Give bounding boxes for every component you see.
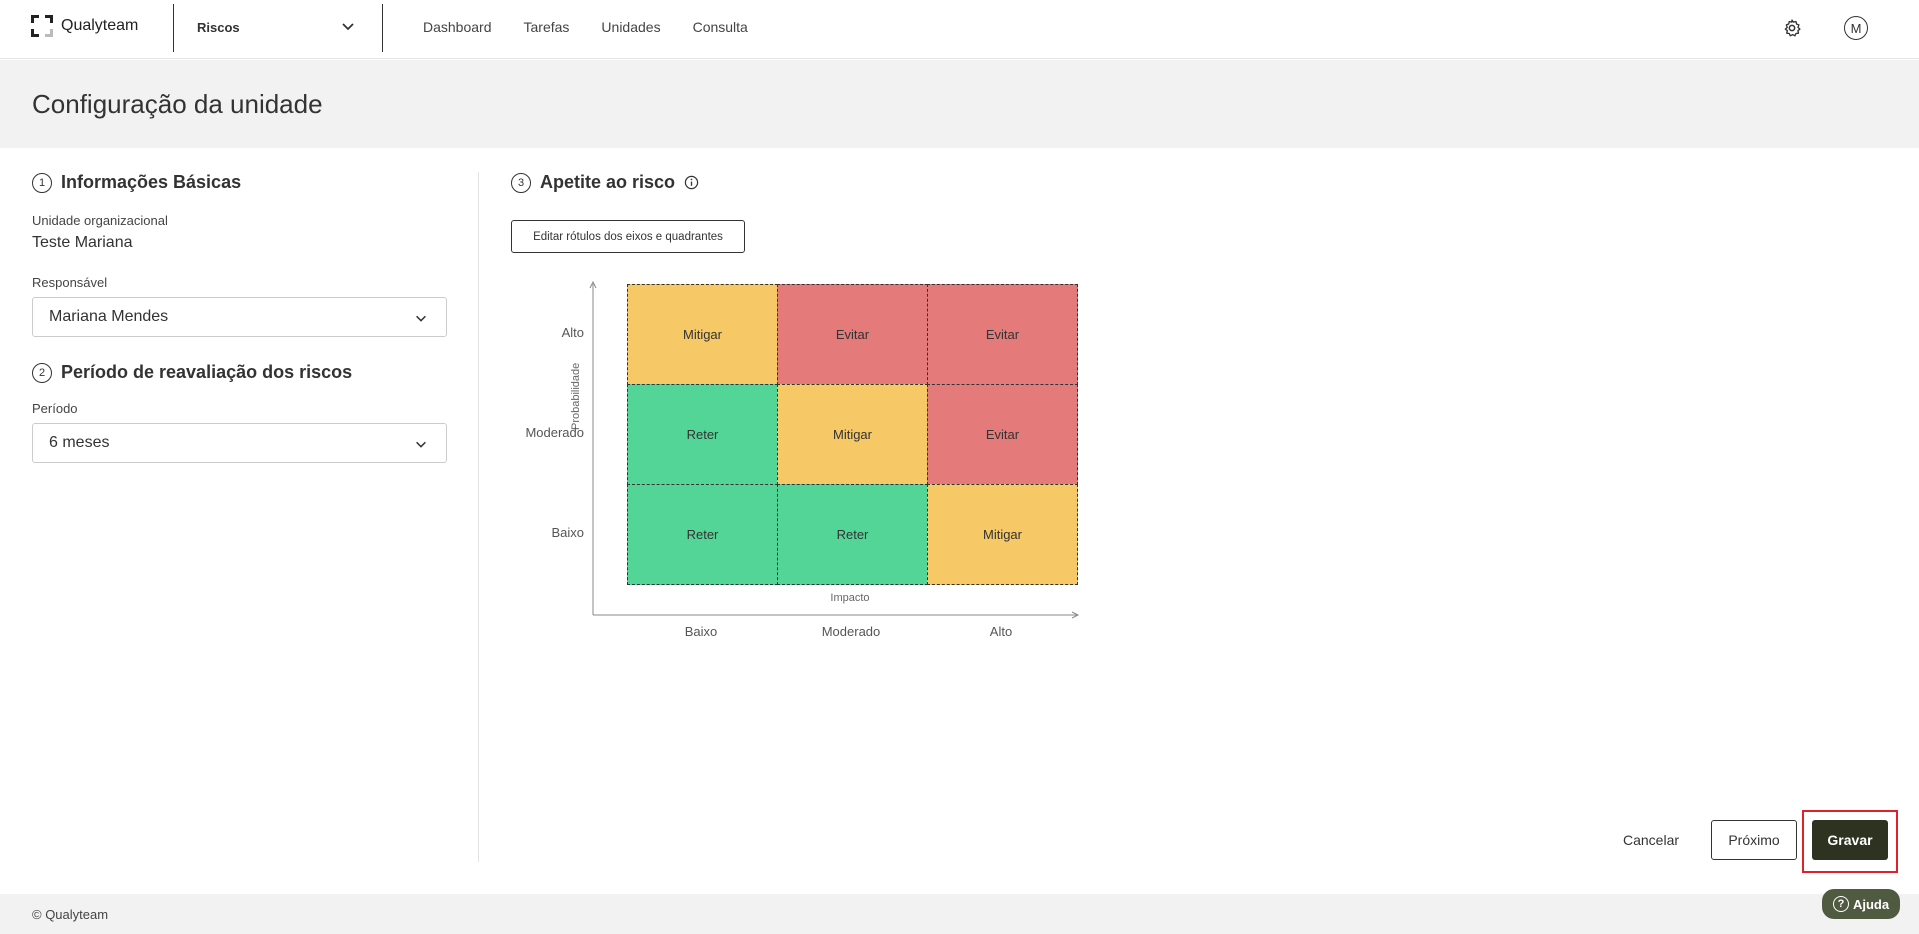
save-button[interactable]: Gravar <box>1812 820 1888 860</box>
step-number: 1 <box>32 172 52 193</box>
x-axis-title: Impacto <box>830 592 870 604</box>
help-icon: ? <box>1832 896 1849 912</box>
period-value: 6 meses <box>49 434 110 451</box>
page-title: Configuração da unidade <box>32 89 323 119</box>
gear-icon[interactable] <box>1782 18 1802 38</box>
matrix-cell[interactable]: Evitar <box>927 284 1078 385</box>
nav-unidades[interactable]: Unidades <box>601 19 660 35</box>
matrix-cell[interactable]: Evitar <box>927 384 1078 485</box>
x-tick-label: Baixo <box>684 624 718 639</box>
main-nav: Dashboard Tarefas Unidades Consulta <box>423 19 748 35</box>
matrix-cell[interactable]: Mitigar <box>627 284 778 385</box>
nav-tarefas[interactable]: Tarefas <box>524 19 570 35</box>
left-column: 1 Informações Básicas Unidade organizaci… <box>32 172 447 463</box>
y-tick-label: Alto <box>561 325 584 340</box>
step-number: 3 <box>511 172 531 193</box>
chevron-down-icon <box>416 315 426 322</box>
org-unit-label: Unidade organizacional <box>32 213 168 228</box>
period-select[interactable]: 6 meses <box>32 423 447 463</box>
section-risk-appetite: 3 Apetite ao risco <box>511 172 699 193</box>
top-bar: Qualyteam Riscos Dashboard Tarefas Unida… <box>0 0 1919 59</box>
cancel-button[interactable]: Cancelar <box>1606 829 1696 851</box>
matrix-cell[interactable]: Mitigar <box>927 484 1078 585</box>
x-tick-label: Alto <box>989 624 1013 639</box>
matrix-cell[interactable]: Mitigar <box>777 384 928 485</box>
page-header: Configuração da unidade <box>0 60 1919 148</box>
responsible-value: Mariana Mendes <box>49 308 169 325</box>
section-title: Informações Básicas <box>61 172 242 192</box>
nav-consulta[interactable]: Consulta <box>693 19 748 35</box>
step-number: 2 <box>32 362 52 383</box>
section-title: Período de reavaliação dos riscos <box>61 362 353 382</box>
chevron-down-icon[interactable] <box>340 18 356 34</box>
responsible-select[interactable]: Mariana Mendes <box>32 297 447 337</box>
chevron-down-icon <box>416 441 426 448</box>
divider <box>382 4 383 52</box>
responsible-label: Responsável <box>32 275 108 290</box>
help-button[interactable]: ? Ajuda <box>1822 889 1900 919</box>
footer: © Qualyteam <box>0 894 1919 934</box>
y-tick-label: Moderado <box>525 425 584 440</box>
nav-dashboard[interactable]: Dashboard <box>423 19 492 35</box>
section-basic-info: 1 Informações Básicas <box>32 172 447 193</box>
x-tick-label: Moderado <box>821 624 881 639</box>
info-icon[interactable] <box>684 175 699 190</box>
section-reassessment: 2 Período de reavaliação dos riscos <box>32 362 447 383</box>
next-button[interactable]: Próximo <box>1711 820 1797 860</box>
help-label: Ajuda <box>1852 896 1890 912</box>
divider <box>173 4 174 52</box>
section-title: Apetite ao risco <box>540 172 676 192</box>
qualyteam-logo-icon <box>31 15 53 37</box>
copyright: © Qualyteam <box>32 907 109 922</box>
matrix-cell[interactable]: Reter <box>627 384 778 485</box>
column-divider <box>478 172 479 862</box>
y-axis-title: Probabilidade <box>570 362 582 430</box>
org-unit-value: Teste Mariana <box>32 234 133 251</box>
logo[interactable]: Qualyteam <box>31 15 138 37</box>
matrix-cell[interactable]: Reter <box>627 484 778 585</box>
matrix-cell[interactable]: Evitar <box>777 284 928 385</box>
period-label: Período <box>32 401 78 416</box>
user-avatar[interactable]: M <box>1844 16 1868 40</box>
brand-name: Qualyteam <box>61 17 139 34</box>
y-tick-label: Baixo <box>551 525 584 540</box>
module-selector[interactable]: Riscos <box>197 20 357 35</box>
matrix-cell[interactable]: Reter <box>777 484 928 585</box>
edit-labels-button[interactable]: Editar rótulos dos eixos e quadrantes <box>511 220 745 253</box>
right-column: 3 Apetite ao risco Editar rótulos dos ei… <box>511 172 745 253</box>
